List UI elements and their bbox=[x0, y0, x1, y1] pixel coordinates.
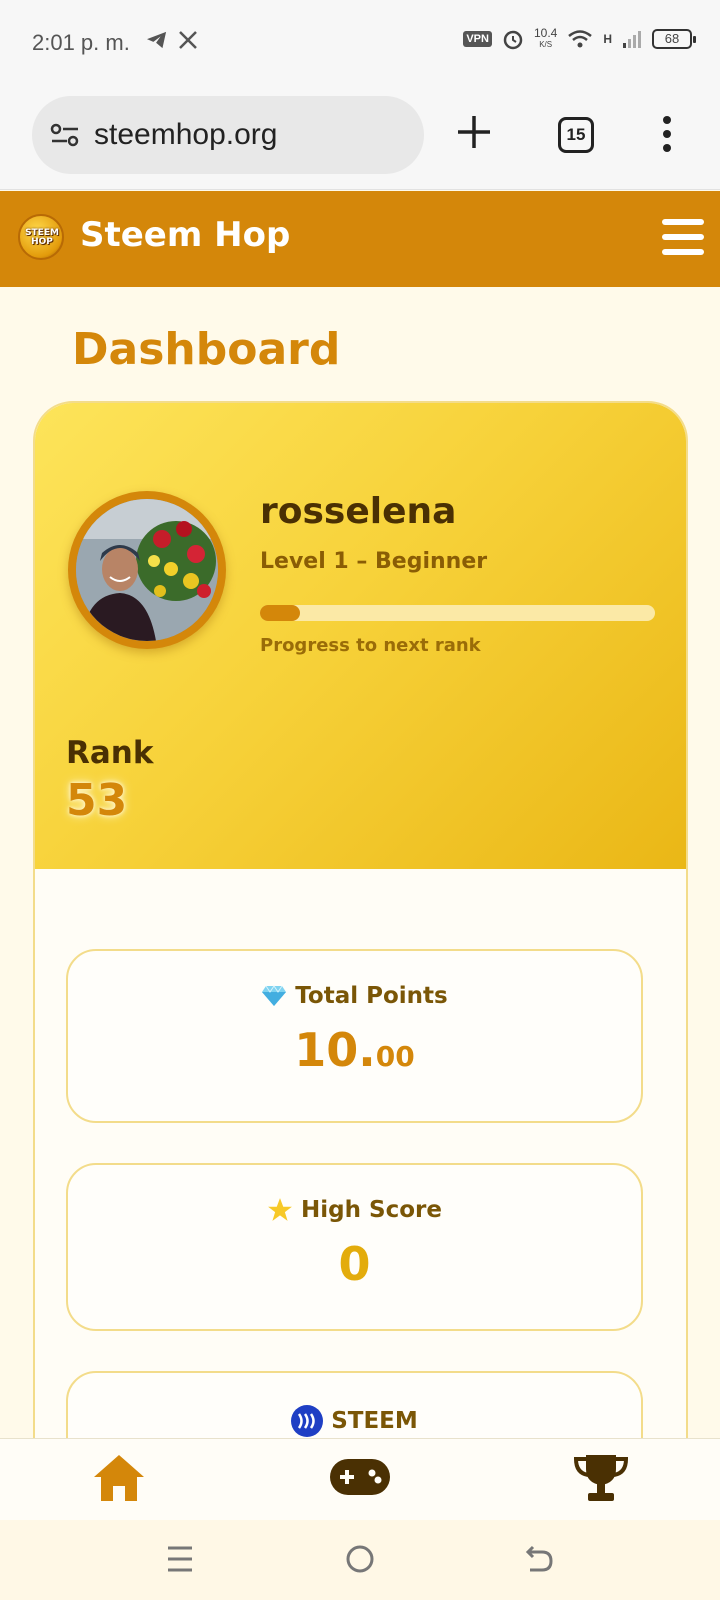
back-icon[interactable] bbox=[524, 1544, 554, 1574]
site-settings-icon[interactable] bbox=[50, 122, 80, 148]
progress-label: Progress to next rank bbox=[260, 635, 481, 656]
total-points-card: Total Points 10.00 bbox=[66, 949, 643, 1123]
telegram-icon bbox=[147, 31, 167, 49]
trophy-icon[interactable] bbox=[574, 1453, 628, 1503]
home-icon[interactable] bbox=[92, 1453, 146, 1503]
status-system-icons: VPN 10.4 K/S H 68 bbox=[463, 26, 696, 50]
star-icon bbox=[268, 1198, 292, 1221]
rank-progress-bar bbox=[260, 605, 655, 621]
recent-apps-icon[interactable] bbox=[166, 1544, 194, 1574]
status-bar: 2:01 p. m. VPN 10.4 K/S H 68 bbox=[0, 0, 720, 90]
profile-hero: rosselena Level 1 – Beginner Progress to… bbox=[35, 403, 686, 869]
page-title: Dashboard bbox=[72, 324, 341, 375]
high-score-label: High Score bbox=[301, 1197, 442, 1223]
battery-indicator: 68 bbox=[652, 29, 696, 49]
gamepad-icon[interactable] bbox=[330, 1459, 390, 1495]
rank-value: 53 bbox=[66, 775, 128, 826]
rank-progress-fill bbox=[260, 605, 300, 621]
browser-toolbar: steemhop.org 15 bbox=[0, 90, 720, 190]
steem-icon bbox=[291, 1405, 324, 1437]
tab-switcher-button[interactable]: 15 bbox=[558, 117, 594, 153]
x-icon bbox=[179, 31, 197, 49]
url-text: steemhop.org bbox=[94, 118, 278, 151]
system-navigation-bar bbox=[0, 1520, 720, 1600]
level-label: Level 1 – Beginner bbox=[260, 549, 488, 574]
wifi-icon bbox=[568, 30, 593, 48]
signal-icon bbox=[623, 31, 641, 48]
rank-label: Rank bbox=[66, 735, 154, 771]
steem-hop-logo[interactable]: STEEM HOP bbox=[18, 214, 64, 260]
steem-label: STEEM bbox=[331, 1408, 418, 1434]
vpn-badge: VPN bbox=[463, 31, 492, 47]
username: rosselena bbox=[260, 491, 457, 532]
more-menu-icon[interactable] bbox=[662, 114, 672, 154]
total-points-value: 10.00 bbox=[294, 1023, 415, 1077]
app-header: STEEM HOP Steem Hop bbox=[0, 191, 720, 287]
bottom-navigation bbox=[0, 1438, 720, 1520]
dashboard-card: rosselena Level 1 – Beginner Progress to… bbox=[33, 401, 688, 1461]
status-time: 2:01 p. m. bbox=[32, 30, 130, 55]
high-score-card: High Score 0 bbox=[66, 1163, 643, 1331]
avatar-image bbox=[76, 499, 218, 641]
network-speed: 10.4 K/S bbox=[533, 26, 558, 49]
address-bar[interactable]: steemhop.org bbox=[32, 96, 424, 174]
avatar-photo bbox=[76, 499, 218, 641]
network-type: H bbox=[603, 32, 612, 46]
brand-name[interactable]: Steem Hop bbox=[80, 215, 290, 255]
avatar bbox=[68, 491, 226, 649]
home-circle-icon[interactable] bbox=[345, 1544, 375, 1574]
high-score-value: 0 bbox=[338, 1237, 371, 1291]
status-notification-icons bbox=[146, 30, 198, 50]
total-points-label: Total Points bbox=[295, 983, 448, 1009]
alarm-icon bbox=[503, 30, 523, 50]
gem-icon bbox=[262, 985, 287, 1006]
new-tab-plus-icon[interactable] bbox=[456, 112, 492, 152]
hamburger-menu-icon[interactable] bbox=[662, 219, 704, 255]
